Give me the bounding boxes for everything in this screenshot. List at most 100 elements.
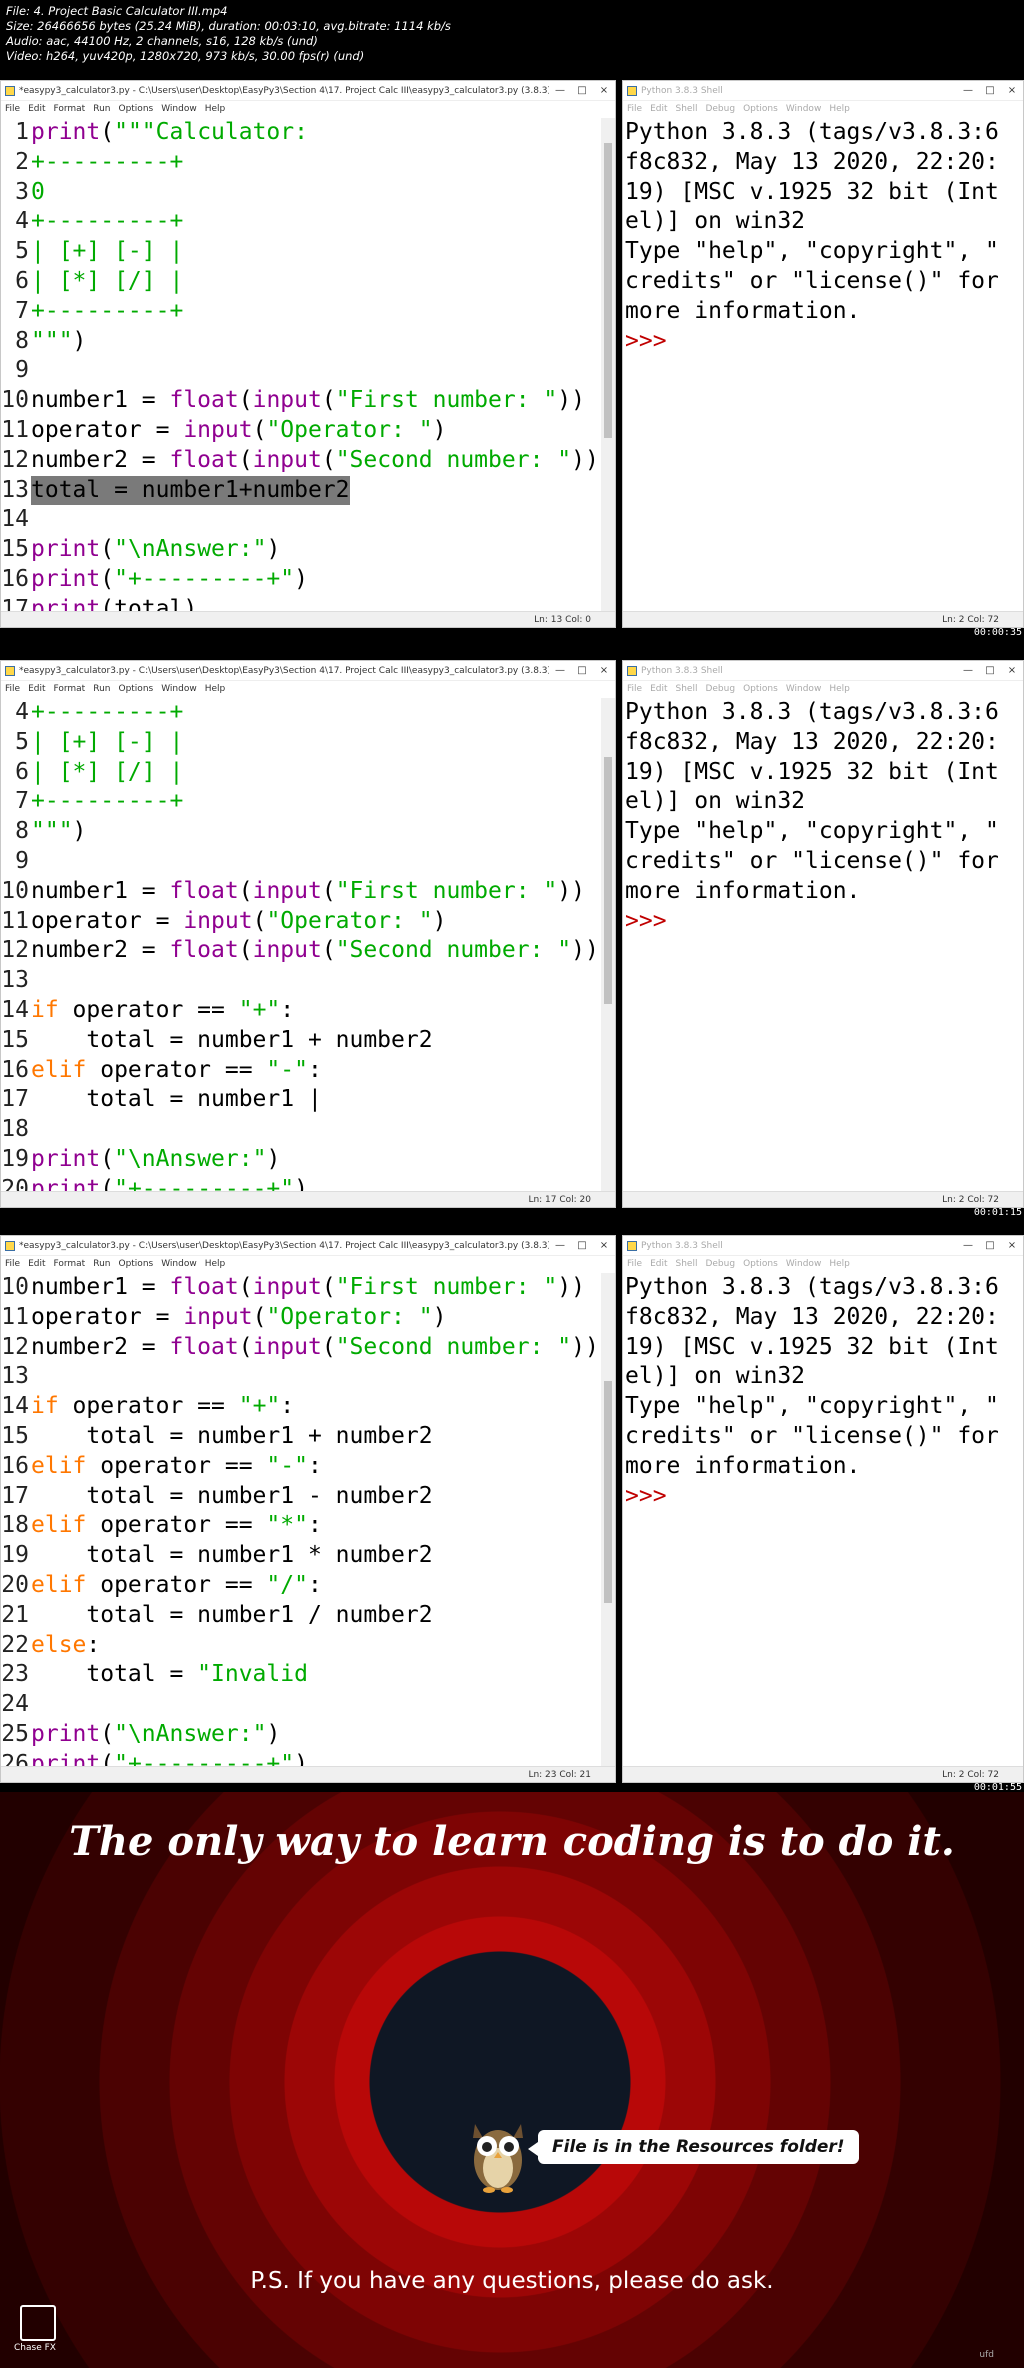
menu-debug[interactable]: Debug (705, 104, 735, 114)
shell-window[interactable]: Python 3.8.3 Shell — □ × File Edit Shell De… (622, 1235, 1024, 1783)
close-button[interactable]: × (593, 1240, 615, 1251)
menu-file[interactable]: File (627, 104, 642, 114)
menu-file[interactable]: File (627, 684, 642, 694)
menu-options[interactable]: Options (743, 684, 778, 694)
maximize-button[interactable]: □ (979, 85, 1001, 96)
maximize-button[interactable]: □ (571, 85, 593, 96)
shell-output[interactable]: Python 3.8.3 (tags/v3.8.3:6 f8c832, May 1… (625, 1273, 1019, 1511)
close-button[interactable]: × (1001, 665, 1023, 676)
shell-output[interactable]: Python 3.8.3 (tags/v3.8.3:6 f8c832, May 1… (625, 118, 1019, 356)
shell-prompt[interactable]: >>> (625, 1482, 1019, 1512)
menu-shell[interactable]: Shell (676, 1259, 698, 1269)
shell-menubar: File Edit Shell Debug Options Window Help (623, 1256, 1023, 1272)
menu-run[interactable]: Run (93, 104, 110, 114)
menu-options[interactable]: Options (118, 1259, 153, 1269)
shell-titlebar[interactable]: Python 3.8.3 Shell — □ × (623, 81, 1023, 101)
menu-edit[interactable]: Edit (28, 1259, 45, 1269)
code-token: "Second number: " (335, 446, 572, 473)
menu-window[interactable]: Window (786, 684, 822, 694)
menu-window[interactable]: Window (786, 1259, 822, 1269)
editor-scrollbar[interactable] (601, 118, 615, 611)
menu-edit[interactable]: Edit (28, 684, 45, 694)
shell-titlebar[interactable]: Python 3.8.3 Shell — □ × (623, 1236, 1023, 1256)
menu-run[interactable]: Run (93, 1259, 110, 1269)
code-token: )) (557, 387, 585, 414)
menu-file[interactable]: File (5, 104, 20, 114)
editor-scrollbar[interactable] (601, 698, 615, 1191)
close-button[interactable]: × (1001, 1240, 1023, 1251)
menu-shell[interactable]: Shell (676, 104, 698, 114)
menu-edit[interactable]: Edit (650, 1259, 667, 1269)
shell-window[interactable]: Python 3.8.3 Shell — □ × File Edit Shell De… (622, 660, 1024, 1208)
scrollbar-thumb[interactable] (604, 757, 612, 1004)
code-line: 9 (1, 356, 601, 386)
shell-prompt[interactable]: >>> (625, 907, 1019, 937)
minimize-button[interactable]: — (549, 1240, 571, 1251)
editor-titlebar[interactable]: *easypy3_calculator3.py - C:\Users\user\… (1, 1236, 615, 1256)
menu-help[interactable]: Help (205, 684, 226, 694)
menu-debug[interactable]: Debug (705, 1259, 735, 1269)
menu-format[interactable]: Format (54, 1259, 86, 1269)
code-token: "Operator: " (266, 1303, 433, 1330)
menu-edit[interactable]: Edit (650, 684, 667, 694)
line-number: 2 (15, 148, 29, 175)
menu-window[interactable]: Window (161, 1259, 197, 1269)
editor-window[interactable]: *easypy3_calculator3.py - C:\Users\user\… (0, 1235, 616, 1783)
menu-shell[interactable]: Shell (676, 684, 698, 694)
code-line: 12 number2 = float(input("Second number: … (1, 446, 601, 476)
menu-edit[interactable]: Edit (28, 104, 45, 114)
minimize-button[interactable]: — (957, 1240, 979, 1251)
menu-help[interactable]: Help (829, 1259, 850, 1269)
menu-debug[interactable]: Debug (705, 684, 735, 694)
shell-line: Type "help", "copyright", " (625, 818, 999, 845)
shell-output[interactable]: Python 3.8.3 (tags/v3.8.3:6 f8c832, May 1… (625, 698, 1019, 936)
code-area[interactable]: 4 +---------+ 5 | [+] [-] | 6 | [*] [/] | 7… (1, 698, 601, 1191)
menu-window[interactable]: Window (786, 104, 822, 114)
menu-options[interactable]: Options (743, 104, 778, 114)
menu-edit[interactable]: Edit (650, 104, 667, 114)
editor-scrollbar[interactable] (601, 1273, 615, 1766)
menu-window[interactable]: Window (161, 684, 197, 694)
line-number: 11 (1, 1303, 29, 1330)
maximize-button[interactable]: □ (979, 1240, 1001, 1251)
close-button[interactable]: × (593, 85, 615, 96)
editor-window[interactable]: *easypy3_calculator3.py - C:\Users\user\… (0, 660, 616, 1208)
minimize-button[interactable]: — (957, 665, 979, 676)
minimize-button[interactable]: — (549, 85, 571, 96)
shell-prompt[interactable]: >>> (625, 327, 1019, 357)
minimize-button[interactable]: — (957, 85, 979, 96)
menu-window[interactable]: Window (161, 104, 197, 114)
menu-help[interactable]: Help (829, 684, 850, 694)
code-area[interactable]: 10 number1 = float(input("First number: "… (1, 1273, 601, 1766)
shell-window[interactable]: Python 3.8.3 Shell — □ × File Edit Shell De… (622, 80, 1024, 628)
code-line: 4 +---------+ (1, 698, 601, 728)
code-token: input (183, 1303, 253, 1330)
code-area[interactable]: 1 print("""Calculator: 2 +---------+ 30 4 +… (1, 118, 601, 611)
menu-file[interactable]: File (5, 684, 20, 694)
menu-help[interactable]: Help (829, 104, 850, 114)
editor-titlebar[interactable]: *easypy3_calculator3.py - C:\Users\user\… (1, 81, 615, 101)
maximize-button[interactable]: □ (979, 665, 1001, 676)
close-button[interactable]: × (1001, 85, 1023, 96)
menu-options[interactable]: Options (118, 104, 153, 114)
code-token: ( (238, 937, 253, 964)
editor-window[interactable]: *easypy3_calculator3.py - C:\Users\user\… (0, 80, 616, 628)
maximize-button[interactable]: □ (571, 1240, 593, 1251)
menu-file[interactable]: File (5, 1259, 20, 1269)
menu-help[interactable]: Help (205, 1259, 226, 1269)
menu-format[interactable]: Format (54, 684, 86, 694)
menu-options[interactable]: Options (743, 1259, 778, 1269)
menu-run[interactable]: Run (93, 684, 110, 694)
menu-options[interactable]: Options (118, 684, 153, 694)
menu-help[interactable]: Help (205, 104, 226, 114)
minimize-button[interactable]: — (549, 665, 571, 676)
editor-titlebar[interactable]: *easypy3_calculator3.py - C:\Users\user\… (1, 661, 615, 681)
scrollbar-thumb[interactable] (604, 142, 612, 439)
menu-format[interactable]: Format (54, 104, 86, 114)
line-number: 18 (1, 1512, 29, 1539)
menu-file[interactable]: File (627, 1259, 642, 1269)
maximize-button[interactable]: □ (571, 665, 593, 676)
shell-titlebar[interactable]: Python 3.8.3 Shell — □ × (623, 661, 1023, 681)
close-button[interactable]: × (593, 665, 615, 676)
scrollbar-thumb[interactable] (604, 1381, 612, 1604)
